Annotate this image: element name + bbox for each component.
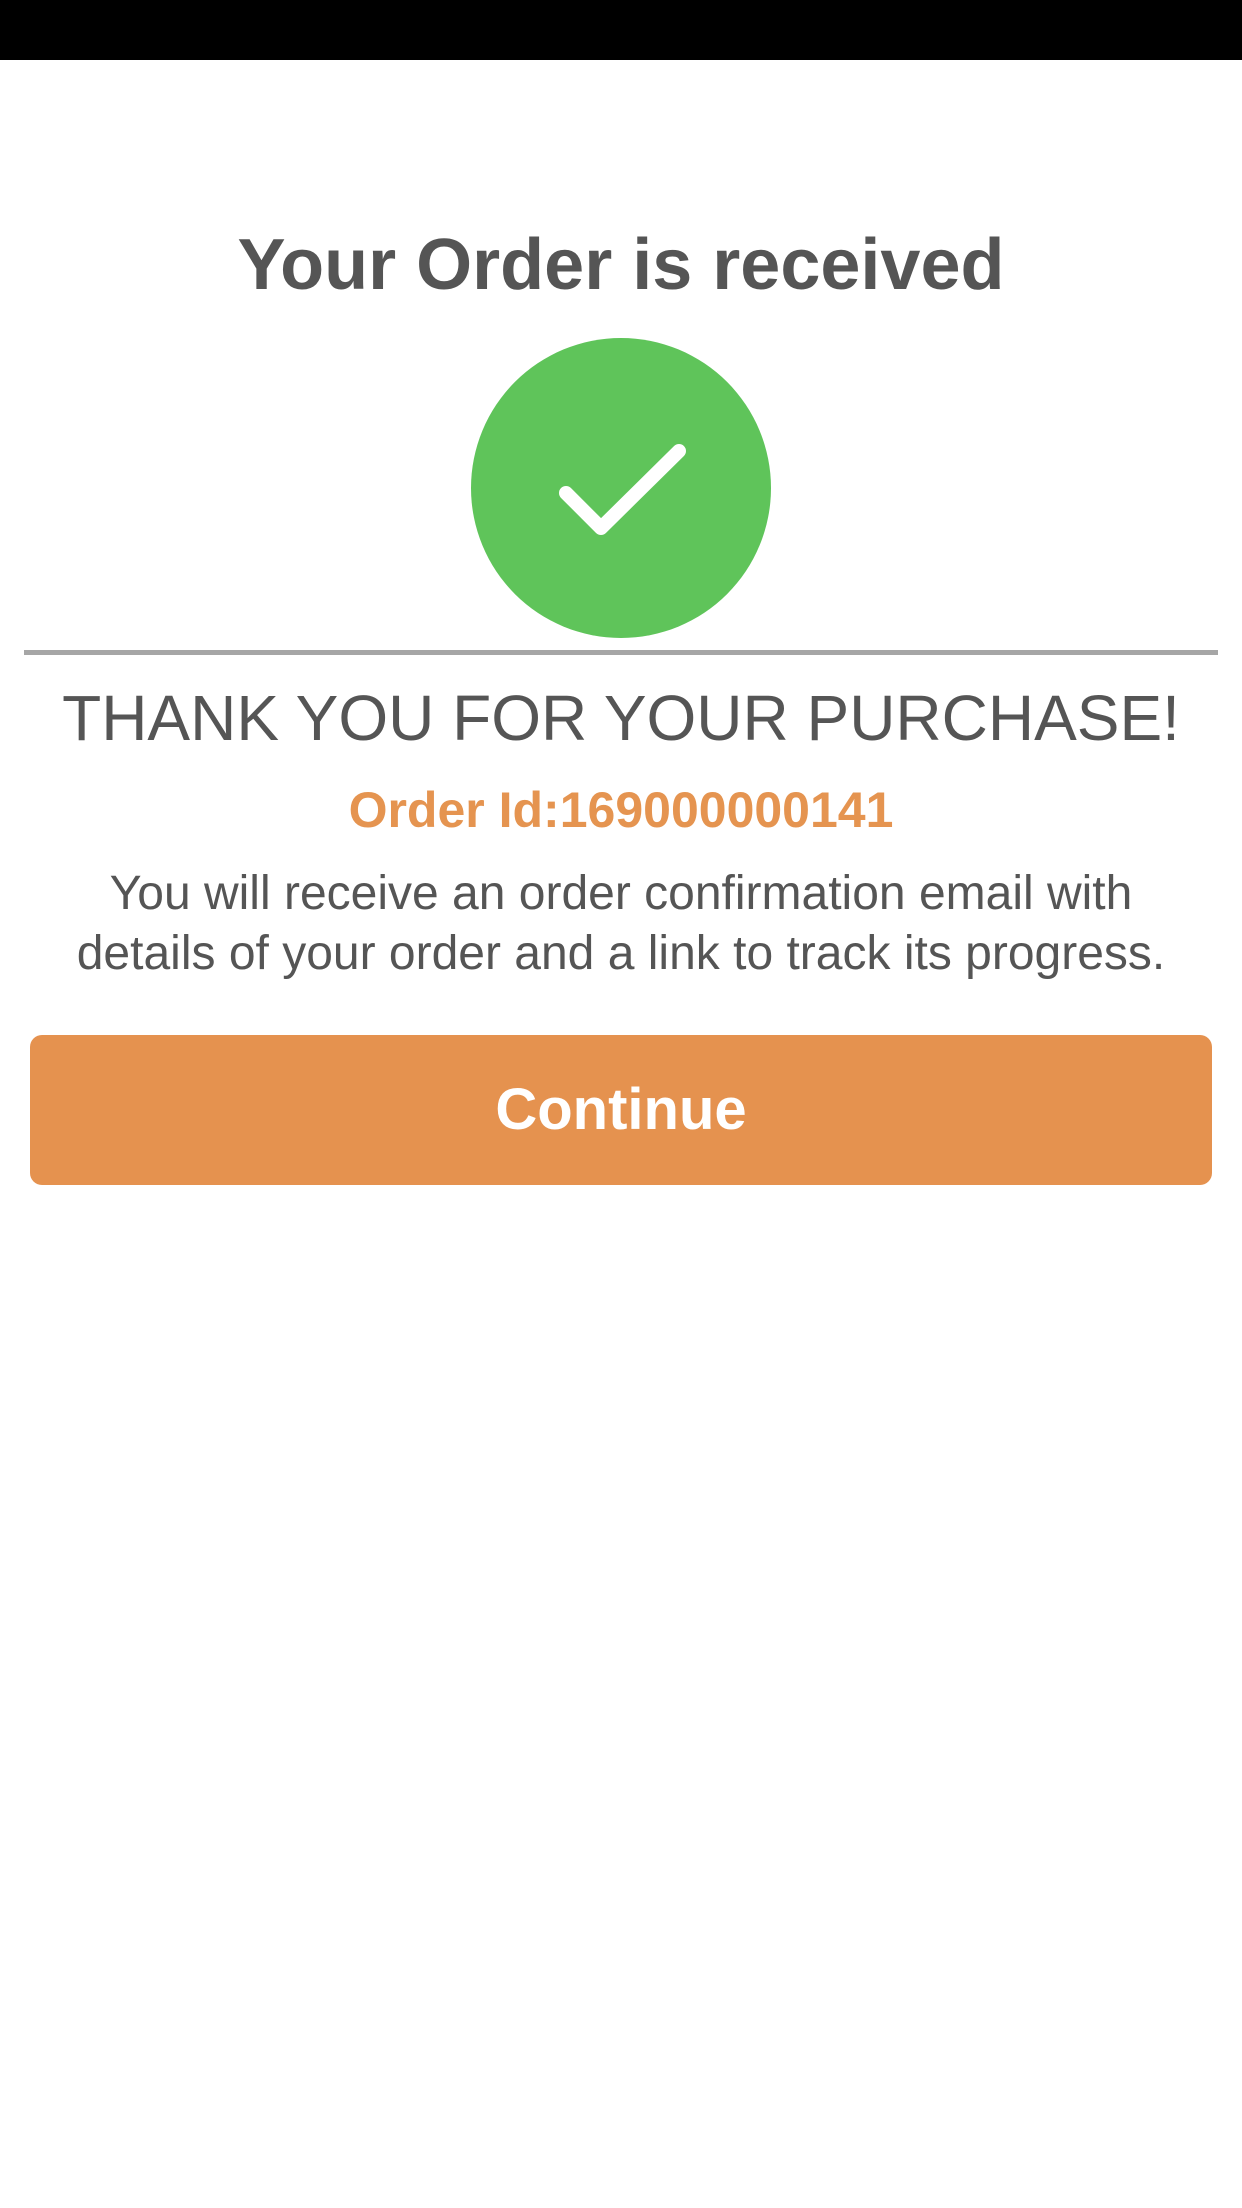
success-badge xyxy=(471,338,771,638)
check-circle-icon xyxy=(559,444,686,535)
order-confirmation-screen: Your Order is received THANK YOU FOR YOU… xyxy=(0,0,1242,2208)
page-title: Your Order is received xyxy=(237,225,1005,305)
confirmation-message-line: You will receive an order confirmation e… xyxy=(109,867,1133,920)
divider xyxy=(24,650,1218,655)
order-id-value: 169000000141 xyxy=(559,782,894,838)
status-bar xyxy=(0,0,1242,60)
thank-you-heading: THANK YOU FOR YOUR PURCHASE! xyxy=(62,682,1180,754)
confirmation-message-line: details of your order and a link to trac… xyxy=(76,927,1166,980)
confirmation-message: You will receive an order confirmation e… xyxy=(20,864,1222,984)
order-id-label: Order Id: xyxy=(348,782,560,838)
continue-button[interactable]: Continue xyxy=(30,1035,1212,1185)
order-id: Order Id:169000000141 xyxy=(0,780,1242,840)
